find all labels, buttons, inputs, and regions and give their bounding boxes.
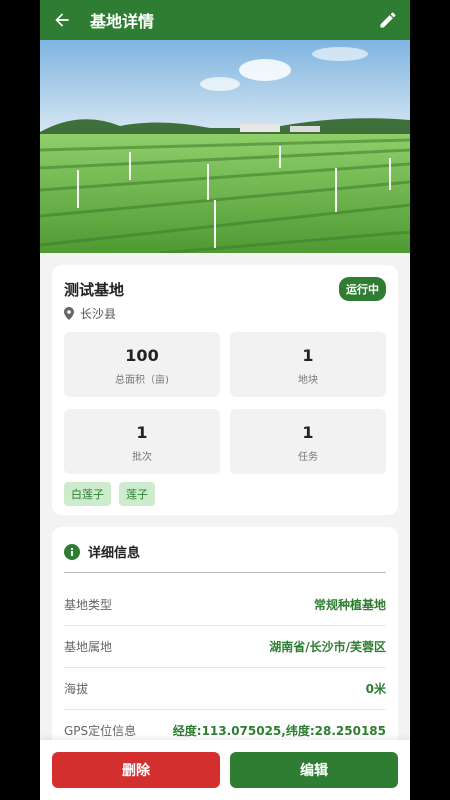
status-badge: 运行中	[339, 277, 386, 301]
edit-button[interactable]: 编辑	[230, 752, 398, 788]
delete-button[interactable]: 删除	[52, 752, 220, 788]
base-photo	[40, 40, 410, 253]
stat-label: 任务	[298, 452, 318, 463]
stat-value: 100	[125, 346, 159, 365]
arrow-left-icon	[55, 13, 69, 27]
detail-value: 常规种植基地	[313, 598, 386, 612]
back-button[interactable]	[40, 0, 84, 40]
detail-row-type: 基地类型 常规种植基地	[64, 584, 386, 626]
stat-label: 总面积（亩)	[115, 375, 169, 386]
pencil-icon	[380, 12, 396, 28]
bottom-action-bar: 删除 编辑	[40, 740, 410, 800]
details-header: 详细信息	[64, 542, 140, 561]
crop-tags: 白莲子 莲子	[64, 482, 155, 506]
crop-tag: 白莲子	[64, 482, 111, 506]
info-icon	[64, 543, 80, 560]
stat-value: 1	[302, 346, 314, 365]
page-title: 基地详情	[90, 12, 155, 31]
stat-label: 批次	[132, 452, 152, 463]
detail-value: 经度:113.075025,纬度:28.250185	[172, 724, 386, 738]
app-screen: 基地详情 测试基地 运行中 长沙县 100 总面积（亩) 1 地块 1 批次 1…	[40, 0, 410, 800]
details-card: 详细信息 基地类型 常规种植基地 基地属地 湖南省/长沙市/芙蓉区 海拔 0米 …	[52, 527, 398, 767]
detail-key: GPS定位信息	[64, 724, 137, 738]
detail-row-region: 基地属地 湖南省/长沙市/芙蓉区	[64, 626, 386, 668]
detail-value: 湖南省/长沙市/芙蓉区	[269, 640, 386, 654]
detail-row-altitude: 海拔 0米	[64, 668, 386, 710]
stat-tasks: 1 任务	[230, 409, 386, 474]
detail-key: 基地类型	[64, 598, 113, 612]
detail-key: 海拔	[64, 682, 89, 696]
detail-value: 0米	[365, 682, 386, 696]
details-title: 详细信息	[88, 546, 141, 561]
detail-key: 基地属地	[64, 640, 113, 654]
stat-total-area: 100 总面积（亩)	[64, 332, 220, 397]
crop-tag: 莲子	[119, 482, 155, 506]
base-location: 长沙县	[64, 305, 116, 322]
stat-value: 1	[302, 423, 314, 442]
location-pin-icon	[64, 307, 74, 320]
edit-icon-button[interactable]	[376, 8, 400, 32]
stat-batches: 1 批次	[64, 409, 220, 474]
location-text: 长沙县	[80, 307, 117, 321]
stat-value: 1	[136, 423, 148, 442]
stat-label: 地块	[298, 375, 318, 386]
divider	[64, 572, 386, 573]
app-bar: 基地详情	[40, 0, 410, 40]
base-name: 测试基地	[64, 281, 125, 299]
stat-plots: 1 地块	[230, 332, 386, 397]
base-summary-card: 测试基地 运行中 长沙县 100 总面积（亩) 1 地块 1 批次 1 任务 白…	[52, 265, 398, 515]
